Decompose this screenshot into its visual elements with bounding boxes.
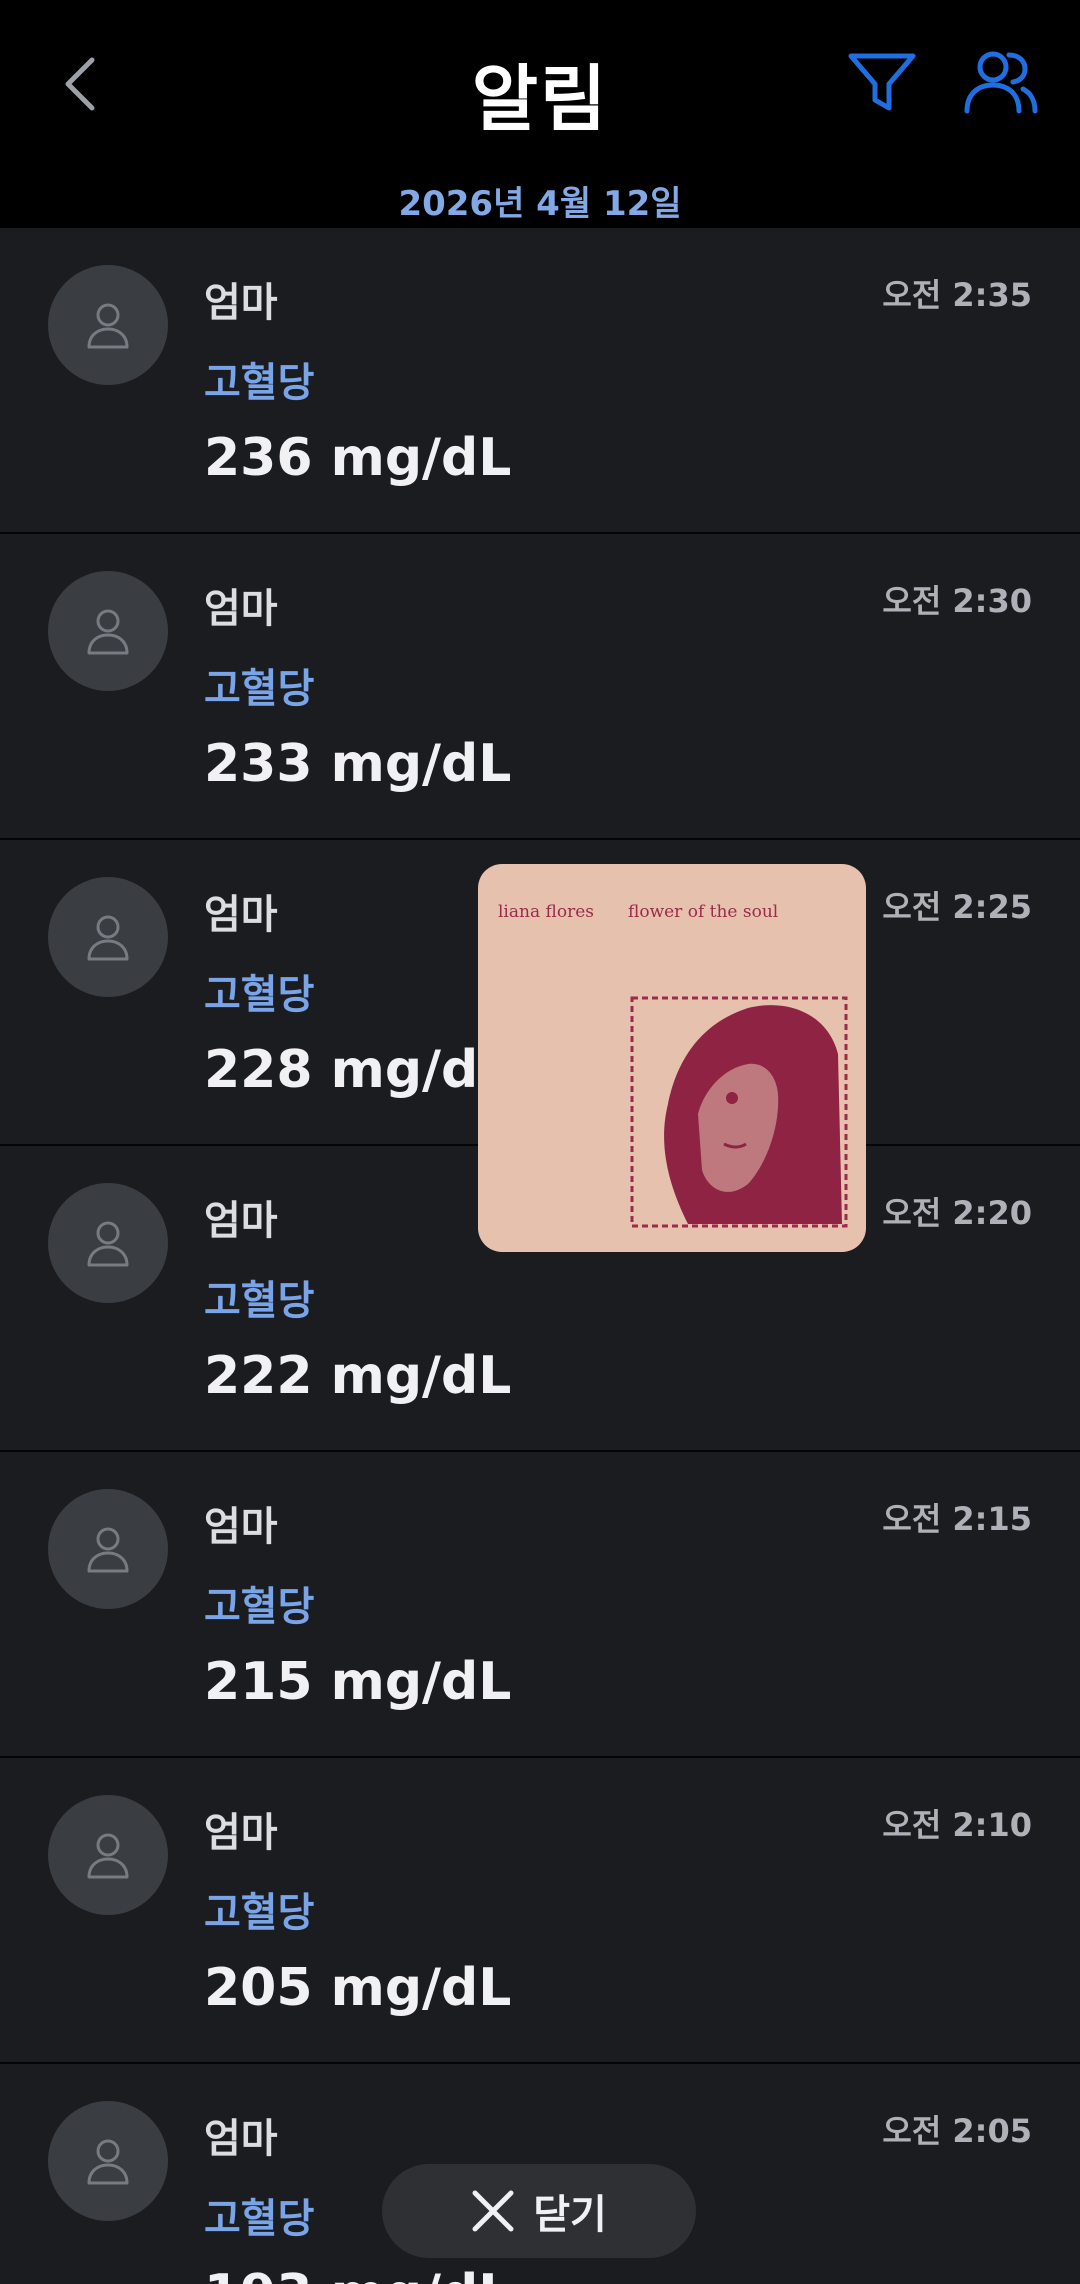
alert-category: 고혈당 <box>204 1890 315 1936</box>
page-title: 알림 <box>471 57 609 141</box>
notification-list: 엄마 고혈당 236 mg/dL 오전 2:35 엄마 고혈당 233 mg/d… <box>0 228 1080 2284</box>
notification-item[interactable]: 엄마 고혈당 233 mg/dL 오전 2:30 <box>0 534 1080 840</box>
notification-time: 오전 2:25 <box>882 888 1032 926</box>
glucose-value: 233 mg/dL <box>204 734 512 794</box>
notification-time: 오전 2:35 <box>882 276 1032 314</box>
sender-name: 엄마 <box>204 1810 278 1856</box>
person-icon <box>87 609 129 655</box>
person-icon <box>87 1527 129 1573</box>
person-icon <box>87 915 129 961</box>
date-label: 2026년 4월 12일 <box>398 184 682 224</box>
alert-category: 고혈당 <box>204 2196 315 2242</box>
notifications-screen: 알림 2026년 4월 12일 엄마 고혈당 236 mg/dL 오전 2:35… <box>0 0 1080 2284</box>
notification-time: 오전 2:05 <box>882 2112 1032 2150</box>
avatar <box>48 1489 168 1609</box>
notification-time: 오전 2:10 <box>882 1806 1032 1844</box>
alert-category: 고혈당 <box>204 666 315 712</box>
avatar <box>48 1183 168 1303</box>
glucose-value: 215 mg/dL <box>204 1652 512 1712</box>
close-button[interactable]: 닫기 <box>382 2164 696 2258</box>
glucose-value: 205 mg/dL <box>204 1958 512 2018</box>
sender-name: 엄마 <box>204 1504 278 1550</box>
notification-item[interactable]: 엄마 고혈당 205 mg/dL 오전 2:10 <box>0 1758 1080 2064</box>
album-artist: liana flores <box>498 902 594 922</box>
person-icon <box>87 303 129 349</box>
album-title: flower of the soul <box>628 902 779 922</box>
sender-name: 엄마 <box>204 586 278 632</box>
sender-name: 엄마 <box>204 280 278 326</box>
avatar <box>48 2101 168 2221</box>
filter-button[interactable] <box>846 46 918 118</box>
alert-category: 고혈당 <box>204 972 315 1018</box>
notification-time: 오전 2:20 <box>882 1194 1032 1232</box>
avatar <box>48 265 168 385</box>
alert-category: 고혈당 <box>204 1584 315 1630</box>
person-icon <box>87 1833 129 1879</box>
notification-item[interactable]: 엄마 고혈당 236 mg/dL 오전 2:35 <box>0 228 1080 534</box>
album-cover-portrait <box>630 996 848 1228</box>
avatar <box>48 1795 168 1915</box>
sender-name: 엄마 <box>204 892 278 938</box>
sender-name: 엄마 <box>204 2116 278 2162</box>
person-icon <box>87 2139 129 2185</box>
close-button-label: 닫기 <box>533 2192 607 2238</box>
notification-time: 오전 2:15 <box>882 1500 1032 1538</box>
header: 알림 2026년 4월 12일 <box>0 0 1080 228</box>
filter-icon <box>848 53 916 111</box>
notification-item[interactable]: 엄마 고혈당 215 mg/dL 오전 2:15 <box>0 1452 1080 1758</box>
glucose-value: 228 mg/dL <box>204 1040 512 1100</box>
users-button[interactable] <box>962 46 1040 118</box>
alert-category: 고혈당 <box>204 360 315 406</box>
sender-name: 엄마 <box>204 1198 278 1244</box>
glucose-value: 193 mg/dL <box>204 2264 511 2284</box>
avatar <box>48 877 168 997</box>
glucose-value: 236 mg/dL <box>204 428 512 488</box>
alert-category: 고혈당 <box>204 1278 315 1324</box>
notification-time: 오전 2:30 <box>882 582 1032 620</box>
glucose-value: 222 mg/dL <box>204 1346 512 1406</box>
close-icon <box>472 2190 514 2232</box>
person-icon <box>87 1221 129 1267</box>
avatar <box>48 571 168 691</box>
users-icon <box>964 51 1038 114</box>
album-art-popup[interactable]: liana flores flower of the soul <box>478 864 866 1252</box>
